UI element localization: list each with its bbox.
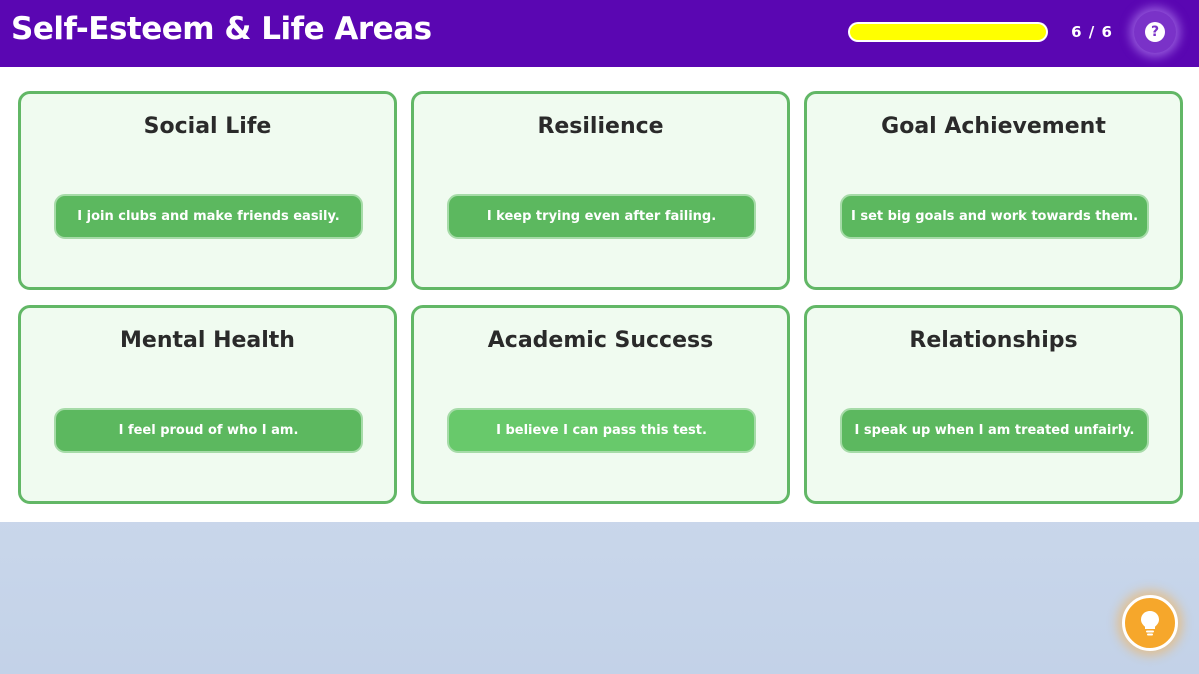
life-area-card-social-life: Social Life I join clubs and make friend… <box>18 91 397 290</box>
card-title: Social Life <box>143 114 272 139</box>
top-bar: Self-Esteem & Life Areas 6 / 6 ? <box>0 0 1199 67</box>
card-title: Mental Health <box>120 328 295 353</box>
lightbulb-icon <box>1141 611 1159 636</box>
life-area-card-resilience: Resilience I keep trying even after fail… <box>411 91 790 290</box>
life-area-card-goal-achievement: Goal Achievement I set big goals and wor… <box>804 91 1183 290</box>
progress-counter: 6 / 6 <box>1071 23 1113 41</box>
life-areas-grid: Social Life I join clubs and make friend… <box>18 91 1183 504</box>
card-title: Resilience <box>537 114 664 139</box>
statement-chip[interactable]: I feel proud of who I am. <box>54 408 363 453</box>
card-title: Relationships <box>909 328 1078 353</box>
statement-chip[interactable]: I believe I can pass this test. <box>447 408 756 453</box>
progress-bar-fill <box>850 24 1046 40</box>
question-circle-icon: ? <box>1145 22 1165 42</box>
card-title: Goal Achievement <box>881 114 1106 139</box>
life-area-card-mental-health: Mental Health I feel proud of who I am. <box>18 305 397 504</box>
page-title: Self-Esteem & Life Areas <box>11 11 432 47</box>
cards-panel: Social Life I join clubs and make friend… <box>0 67 1199 522</box>
help-button[interactable]: ? <box>1134 11 1176 53</box>
hint-button[interactable] <box>1122 595 1178 651</box>
statement-chip[interactable]: I set big goals and work towards them. <box>840 194 1149 239</box>
statement-chip[interactable]: I join clubs and make friends easily. <box>54 194 363 239</box>
life-area-card-academic-success: Academic Success I believe I can pass th… <box>411 305 790 504</box>
card-title: Academic Success <box>487 328 714 353</box>
statement-chip[interactable]: I speak up when I am treated unfairly. <box>840 408 1149 453</box>
statement-chip[interactable]: I keep trying even after failing. <box>447 194 756 239</box>
life-area-card-relationships: Relationships I speak up when I am treat… <box>804 305 1183 504</box>
progress-bar <box>848 22 1048 42</box>
